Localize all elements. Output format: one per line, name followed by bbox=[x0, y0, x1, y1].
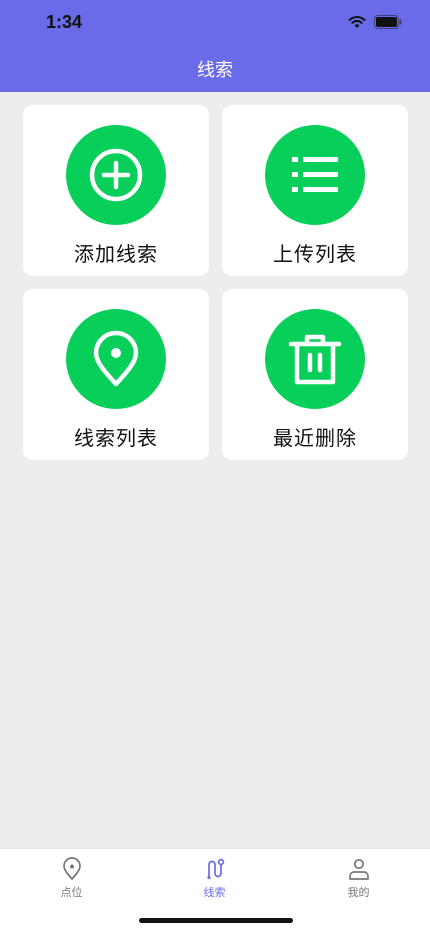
status-bar: 1:34 bbox=[0, 0, 430, 50]
tab-label: 点位 bbox=[60, 886, 83, 899]
icon-circle bbox=[265, 125, 365, 225]
card-label: 上传列表 bbox=[273, 242, 357, 266]
trash-icon bbox=[288, 334, 342, 385]
tab-mine[interactable]: 我的 bbox=[287, 855, 430, 903]
page-title: 线索 bbox=[197, 60, 233, 81]
home-indicator bbox=[139, 918, 293, 923]
recently-deleted-card[interactable]: 最近删除 bbox=[222, 289, 408, 460]
tab-label: 我的 bbox=[347, 886, 370, 899]
status-time: 1:34 bbox=[46, 12, 83, 32]
clue-list-card[interactable]: 线索列表 bbox=[23, 289, 209, 460]
battery-icon bbox=[374, 15, 402, 29]
header: 1:34 线索 bbox=[0, 0, 430, 92]
upload-list-card[interactable]: 上传列表 bbox=[222, 105, 408, 276]
icon-circle bbox=[265, 309, 365, 409]
icon-circle bbox=[66, 309, 166, 409]
route-icon bbox=[206, 858, 224, 880]
tab-points[interactable]: 点位 bbox=[0, 855, 143, 903]
card-label: 添加线索 bbox=[74, 242, 158, 266]
add-clue-card[interactable]: 添加线索 bbox=[23, 105, 209, 276]
location-pin-icon bbox=[62, 857, 81, 880]
card-label: 最近删除 bbox=[273, 426, 357, 450]
location-pin-icon bbox=[93, 330, 139, 387]
icon-circle bbox=[66, 125, 166, 225]
status-icons bbox=[348, 15, 402, 29]
list-icon bbox=[292, 157, 338, 192]
wifi-icon bbox=[348, 16, 366, 28]
user-icon bbox=[348, 858, 369, 880]
tab-label: 线索 bbox=[203, 886, 226, 899]
tab-clues[interactable]: 线索 bbox=[143, 855, 286, 903]
card-label: 线索列表 bbox=[74, 426, 158, 450]
plus-circle-icon bbox=[89, 148, 143, 202]
